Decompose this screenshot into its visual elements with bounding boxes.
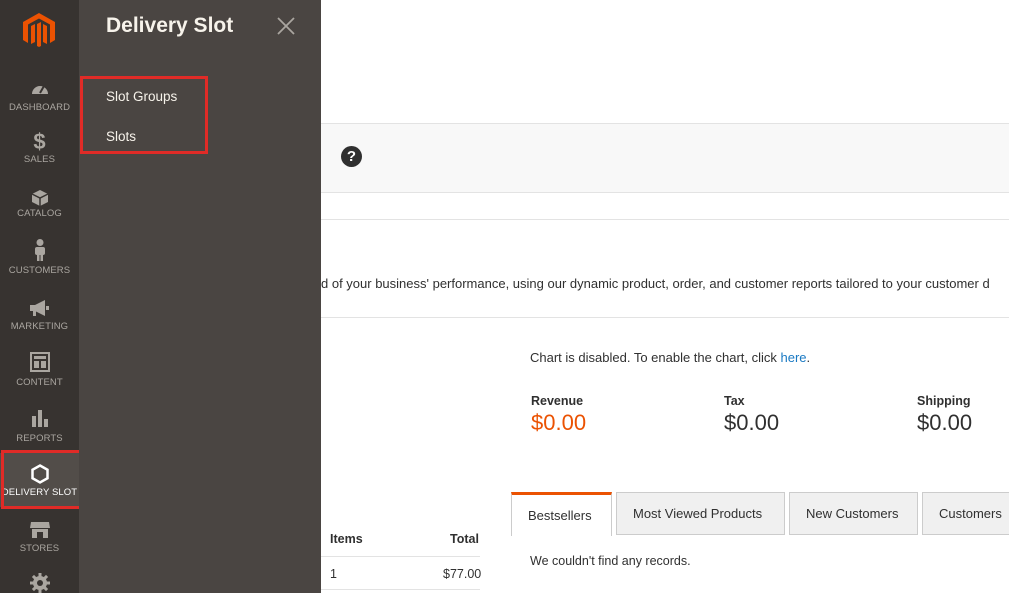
magento-logo-icon[interactable]	[22, 12, 56, 48]
nav-label: DASHBOARD	[8, 102, 71, 113]
metric-value: $0.00	[724, 410, 780, 435]
enable-chart-link[interactable]: here	[781, 350, 807, 365]
tab-customers[interactable]: Customers	[922, 492, 1009, 535]
nav-label: MARKETING	[10, 321, 69, 332]
layout-icon	[0, 350, 79, 374]
table-cell-items: 1	[330, 567, 337, 581]
nav-item-sales[interactable]: $ SALES	[0, 129, 79, 186]
flyout-link-slot-groups[interactable]: Slot Groups	[106, 89, 177, 104]
nav-label: CUSTOMERS	[8, 265, 71, 276]
tab-new-customers[interactable]: New Customers	[789, 492, 918, 535]
no-records-message: We couldn't find any records.	[530, 554, 691, 568]
chart-disabled-message: Chart is disabled. To enable the chart, …	[530, 350, 810, 365]
admin-nav: DASHBOARD $ SALES CATALOG CUSTOMERS MARK…	[0, 0, 79, 593]
bar-chart-icon	[0, 406, 79, 430]
divider	[321, 317, 1009, 318]
nav-label: SALES	[23, 154, 56, 165]
flyout-link-slots[interactable]: Slots	[106, 129, 136, 144]
nav-item-content[interactable]: CONTENT	[0, 350, 79, 406]
dashboard-icon	[0, 76, 79, 100]
store-icon	[0, 518, 79, 542]
help-icon[interactable]: ?	[341, 146, 362, 167]
metric-label: Shipping	[917, 394, 971, 408]
nav-item-delivery-slot[interactable]: DELIVERY SLOT	[0, 453, 79, 507]
tab-most-viewed-products[interactable]: Most Viewed Products	[616, 492, 785, 535]
dashboard-intro-text: d of your business' performance, using o…	[321, 276, 990, 291]
close-icon[interactable]	[275, 15, 297, 37]
metric-shipping: Shipping $0.00	[917, 394, 972, 436]
table-divider	[321, 589, 480, 590]
table-cell-total: $77.00	[443, 567, 482, 581]
metric-tax: Tax $0.00	[724, 394, 779, 436]
chart-message-end: .	[806, 350, 811, 365]
metric-label: Revenue	[531, 394, 584, 408]
table-divider	[321, 556, 480, 557]
delivery-slot-flyout: Delivery Slot Slot Groups Slots	[79, 0, 321, 593]
nav-item-catalog[interactable]: CATALOG	[0, 186, 79, 242]
divider	[321, 219, 1009, 220]
metric-value: $0.00	[917, 410, 973, 435]
tab-bestsellers[interactable]: Bestsellers	[511, 492, 612, 536]
metric-revenue: Revenue $0.00	[531, 394, 586, 436]
metric-label: Tax	[724, 394, 745, 408]
box-icon	[0, 186, 79, 210]
megaphone-icon	[0, 296, 79, 320]
person-icon	[0, 238, 79, 262]
nav-item-system[interactable]	[0, 572, 79, 593]
chart-message-text: Chart is disabled. To enable the chart, …	[530, 350, 781, 365]
dollar-icon: $	[33, 129, 46, 154]
metric-value: $0.00	[531, 410, 587, 435]
table-header-total: Total	[450, 532, 479, 546]
nav-item-customers[interactable]: CUSTOMERS	[0, 238, 79, 294]
hexagon-icon	[0, 462, 79, 486]
nav-label: DELIVERY SLOT	[1, 487, 78, 498]
nav-item-stores[interactable]: STORES	[0, 518, 79, 574]
nav-label: STORES	[19, 543, 60, 554]
nav-item-marketing[interactable]: MARKETING	[0, 296, 79, 352]
flyout-title: Delivery Slot	[106, 14, 234, 37]
nav-item-dashboard[interactable]: DASHBOARD	[0, 76, 79, 132]
nav-label: CATALOG	[17, 208, 62, 219]
table-header-items: Items	[330, 532, 363, 546]
nav-label: CONTENT	[16, 377, 63, 388]
page-actions-band	[321, 123, 1009, 193]
gear-icon	[0, 572, 79, 593]
nav-label: REPORTS	[16, 433, 63, 444]
